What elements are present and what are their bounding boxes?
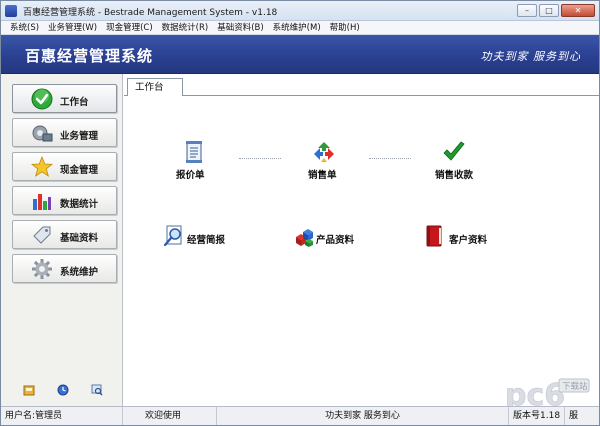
sidebar-item-statistics[interactable]: 数据统计 — [12, 186, 117, 215]
cubes-icon — [296, 229, 313, 247]
tab-workbench[interactable]: 工作台 — [127, 78, 183, 96]
app-icon — [5, 5, 17, 17]
sidebar-item-label: 现金管理 — [60, 165, 99, 176]
menu-help[interactable]: 帮助(H) — [327, 21, 363, 34]
status-bar: 用户名:管理员 欢迎使用 功夫到家 服务到心 版本号1.18 服 — [1, 406, 599, 425]
tab-strip-line — [124, 95, 599, 96]
status-user: 用户名:管理员 — [1, 407, 123, 425]
app-window: 百惠经营管理系统 - Bestrade Management System - … — [0, 0, 600, 426]
sidebar-footer — [1, 384, 123, 398]
maximize-button[interactable]: □ — [539, 4, 559, 17]
business-report-item[interactable]: 经营简报 — [162, 224, 232, 250]
clock-icon[interactable] — [57, 384, 69, 396]
window-title: 百惠经营管理系统 - Bestrade Management System - … — [23, 8, 278, 18]
red-book-icon — [426, 225, 442, 247]
product-data-label: 产品资料 — [316, 235, 355, 246]
sidebar-item-label: 业务管理 — [60, 131, 99, 142]
menu-statistics[interactable]: 数据统计(R) — [159, 21, 212, 34]
settings-gear-icon — [32, 259, 52, 279]
menu-bar: 系统(S) 业务管理(W) 现金管理(C) 数据统计(R) 基础资料(B) 系统… — [1, 21, 599, 35]
close-button[interactable]: ✕ — [561, 4, 595, 17]
tag-icon — [33, 226, 51, 244]
sidebar-item-label: 系统维护 — [60, 267, 99, 278]
quotation-item[interactable]: 报价单 — [176, 140, 226, 184]
sales-order-label: 销售单 — [308, 170, 337, 181]
menu-maintenance[interactable]: 系统维护(M) — [270, 21, 324, 34]
sidebar-item-label: 工作台 — [60, 97, 89, 108]
menu-cash[interactable]: 现金管理(C) — [103, 21, 156, 34]
sidebar-item-basic-data[interactable]: 基础资料 — [12, 220, 117, 249]
customer-data-label: 客户资料 — [449, 235, 488, 246]
app-title: 百惠经营管理系统 — [25, 47, 154, 65]
document-icon — [186, 141, 202, 163]
recycle-arrows-icon — [314, 142, 334, 162]
sidebar-item-cash[interactable]: 现金管理 — [12, 152, 117, 181]
status-version: 版本号1.18 — [509, 407, 565, 425]
bar-chart-icon — [33, 194, 51, 210]
checkmark-icon — [443, 141, 465, 161]
sales-receipt-label: 销售收款 — [435, 170, 474, 181]
business-report-label: 经营简报 — [187, 235, 226, 246]
menu-basic-data[interactable]: 基础资料(B) — [214, 21, 266, 34]
sales-receipt-item[interactable]: 销售收款 — [435, 140, 495, 184]
status-extra: 服 — [569, 411, 579, 421]
minimize-button[interactable]: – — [517, 4, 537, 17]
sidebar-item-business[interactable]: 业务管理 — [12, 118, 117, 147]
flow-connector — [369, 158, 411, 159]
banner-slogan: 功夫到家 服务到心 — [480, 50, 581, 63]
flow-connector — [239, 158, 281, 159]
gear-wheel-icon — [32, 125, 53, 142]
sales-order-item[interactable]: 销售单 — [308, 140, 358, 184]
lock-icon[interactable] — [23, 384, 35, 396]
sidebar-item-label: 基础资料 — [60, 233, 99, 244]
check-circle-icon — [31, 88, 53, 110]
sidebar-item-maintenance[interactable]: 系统维护 — [12, 254, 117, 283]
main-workspace: 工作台 报价单 销售单 销售收款 经营简报 产品资料 客户资料 — [124, 74, 599, 406]
svg-text:下载站: 下载站 — [562, 381, 588, 392]
magnifier-report-icon — [163, 225, 182, 247]
search-icon[interactable] — [91, 384, 103, 396]
sidebar-item-label: 数据统计 — [60, 199, 99, 210]
status-slogan: 功夫到家 服务到心 — [217, 407, 509, 425]
sidebar: 工作台 业务管理 现金管理 数据统计 基础资料 系统维护 — [1, 74, 123, 406]
customer-data-item[interactable]: 客户资料 — [422, 224, 492, 250]
menu-system[interactable]: 系统(S) — [7, 21, 42, 34]
star-icon — [31, 156, 53, 177]
title-bar[interactable]: 百惠经营管理系统 - Bestrade Management System - … — [1, 1, 599, 21]
status-welcome: 欢迎使用 — [123, 407, 217, 425]
product-data-item[interactable]: 产品资料 — [292, 224, 362, 250]
quotation-label: 报价单 — [176, 170, 205, 181]
sidebar-item-workbench[interactable]: 工作台 — [12, 84, 117, 113]
header-banner: 百惠经营管理系统 功夫到家 服务到心 — [1, 35, 599, 74]
menu-business[interactable]: 业务管理(W) — [45, 21, 100, 34]
